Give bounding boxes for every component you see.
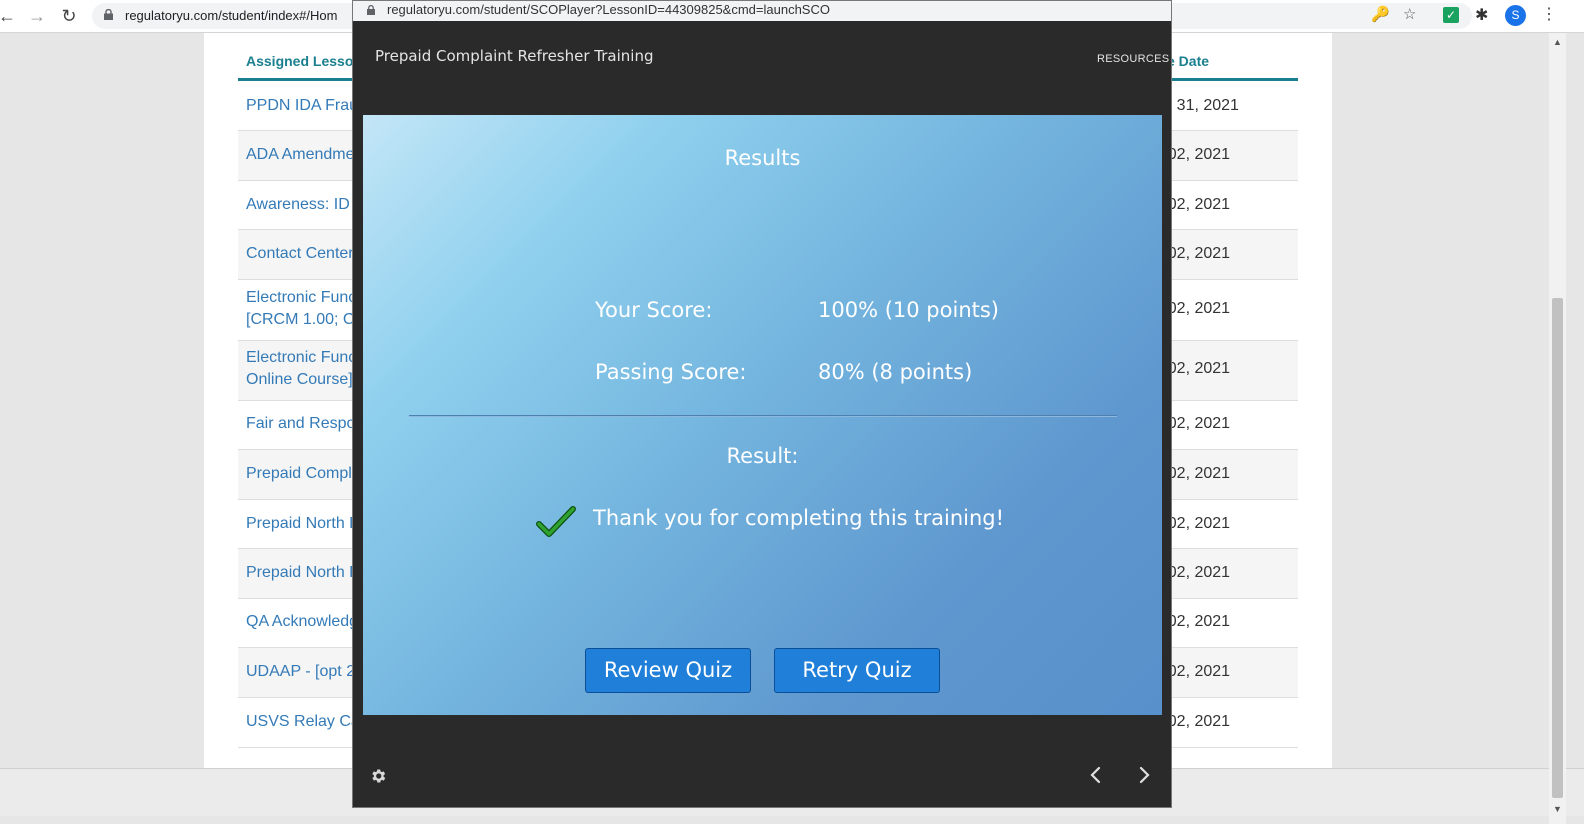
- menu-icon[interactable]: ⋮: [1541, 4, 1557, 24]
- lesson-link[interactable]: Prepaid Compl: [246, 463, 366, 485]
- scroll-up-icon[interactable]: ▲: [1553, 37, 1562, 47]
- address-bar-url: regulatoryu.com/student/index#/Hom: [125, 8, 338, 23]
- divider: [409, 415, 1117, 417]
- slide-title: Results: [724, 146, 801, 170]
- lock-icon: [367, 5, 375, 15]
- puzzle-icon[interactable]: ✱: [1475, 5, 1488, 25]
- lesson-link[interactable]: QA Acknowledg: [246, 611, 366, 633]
- your-score-label: Your Score:: [595, 298, 713, 322]
- lesson-link[interactable]: Electronic Func: [246, 287, 366, 309]
- lesson-link[interactable]: Prepaid North F: [246, 562, 366, 584]
- course-player-window: regulatoryu.com/student/SCOPlayer?Lesson…: [352, 0, 1172, 808]
- results-slide: Results Your Score: 100% (10 points) Pas…: [363, 115, 1162, 715]
- scroll-down-icon[interactable]: ▼: [1553, 804, 1562, 814]
- lesson-link-line2[interactable]: [CRCM 1.00; C: [246, 309, 366, 331]
- passing-score-value: 80% (8 points): [818, 360, 973, 384]
- your-score-value: 100% (10 points): [818, 298, 999, 322]
- chevron-right-icon[interactable]: [1134, 763, 1154, 787]
- lesson-link[interactable]: Electronic Func: [246, 347, 366, 369]
- reload-icon[interactable]: ↻: [58, 5, 80, 27]
- lesson-link[interactable]: Awareness: ID: [246, 194, 366, 216]
- lesson-link[interactable]: USVS Relay Ca: [246, 711, 366, 733]
- review-quiz-button[interactable]: Review Quiz: [585, 648, 751, 693]
- gear-icon[interactable]: [369, 767, 387, 785]
- page-scrollbar[interactable]: ▲ ▼: [1549, 33, 1566, 824]
- back-icon[interactable]: ←: [0, 5, 18, 27]
- extension-check-icon[interactable]: ✓: [1443, 7, 1459, 23]
- player-footer: [353, 715, 1171, 807]
- star-icon[interactable]: ☆: [1403, 5, 1416, 23]
- retry-quiz-button[interactable]: Retry Quiz: [774, 648, 940, 693]
- lesson-link[interactable]: PPDN IDA Frau: [246, 95, 366, 117]
- chevron-left-icon[interactable]: [1086, 763, 1106, 787]
- avatar[interactable]: S: [1505, 5, 1526, 26]
- lesson-link[interactable]: Prepaid North D: [246, 513, 366, 535]
- lock-icon: [104, 9, 113, 20]
- column-header-due-date[interactable]: e Date: [1167, 53, 1209, 69]
- lesson-link[interactable]: ADA Amendme: [246, 144, 366, 166]
- lesson-link-line2[interactable]: Online Course]: [246, 369, 366, 391]
- lesson-link[interactable]: Fair and Respo: [246, 413, 366, 435]
- result-message: Thank you for completing this training!: [593, 506, 1005, 530]
- forward-icon[interactable]: →: [26, 5, 48, 27]
- lesson-link[interactable]: UDAAP - [opt 2: [246, 661, 366, 683]
- key-icon[interactable]: 🔑: [1371, 5, 1390, 23]
- result-label: Result:: [726, 444, 799, 468]
- popup-address-bar: regulatoryu.com/student/SCOPlayer?Lesson…: [353, 1, 1171, 21]
- column-header-lesson[interactable]: Assigned Lesso: [246, 53, 353, 69]
- check-icon: [536, 506, 576, 537]
- lesson-link[interactable]: Contact Center: [246, 243, 366, 265]
- popup-url: regulatoryu.com/student/SCOPlayer?Lesson…: [387, 2, 830, 17]
- passing-score-label: Passing Score:: [595, 360, 747, 384]
- course-title: Prepaid Complaint Refresher Training: [375, 47, 654, 65]
- resources-button[interactable]: RESOURCES: [1097, 53, 1169, 65]
- scroll-thumb[interactable]: [1552, 298, 1563, 798]
- player-header: Prepaid Complaint Refresher Training RES…: [353, 21, 1171, 115]
